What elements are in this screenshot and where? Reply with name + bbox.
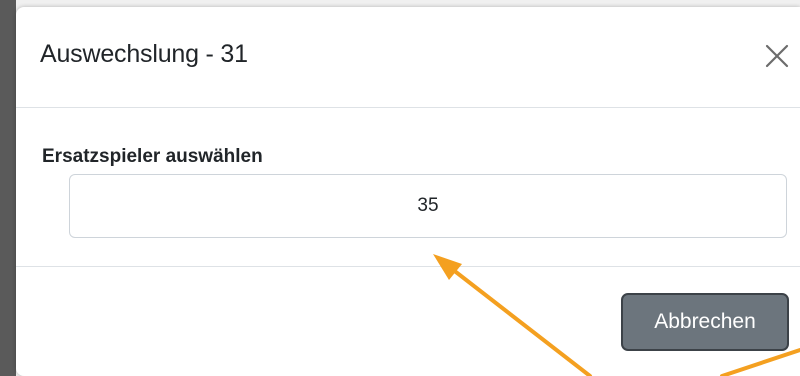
substitute-label: Ersatzspieler auswählen [42,146,263,167]
modal-body: Ersatzspieler auswählen 35 [16,108,800,267]
substitution-modal: Auswechslung - 31 Ersatzspieler auswähle… [16,7,800,376]
cancel-button[interactable]: Abbrechen [621,293,789,351]
background-page-edge [0,0,16,376]
modal-footer: Abbrechen [16,267,800,376]
modal-title: Auswechslung - 31 [40,40,248,68]
close-button[interactable] [764,43,790,69]
selected-player-number: 35 [417,195,439,216]
substitute-select[interactable]: 35 [69,174,787,238]
modal-header: Auswechslung - 31 [16,7,800,108]
close-x-icon [765,44,789,68]
